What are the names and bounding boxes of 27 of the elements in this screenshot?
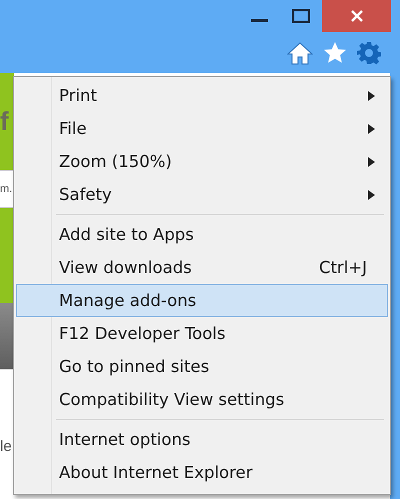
submenu-arrow-icon	[368, 124, 375, 134]
menu-item[interactable]: File	[16, 112, 388, 145]
page-text: m.	[0, 183, 12, 195]
page-panel	[0, 303, 14, 369]
maximize-icon	[292, 9, 310, 23]
submenu-arrow-icon	[368, 190, 375, 200]
menu-item[interactable]: Manage add-ons	[16, 284, 388, 317]
menu-item[interactable]: Internet options	[16, 423, 388, 456]
menu-item[interactable]: Safety	[16, 178, 388, 211]
menu-item[interactable]: Compatibility View settings	[16, 383, 388, 416]
minimize-icon	[250, 19, 268, 22]
submenu-arrow-icon	[368, 90, 375, 100]
star-icon[interactable]	[323, 41, 347, 65]
page-text: f	[0, 106, 9, 137]
submenu-arrow-icon	[368, 156, 375, 166]
menu-item[interactable]: Go to pinned sites	[16, 350, 388, 383]
menu-item[interactable]: Zoom (150%)	[16, 145, 388, 178]
menu-item[interactable]: View downloads Ctrl+J	[16, 251, 388, 284]
home-icon[interactable]	[287, 41, 313, 65]
close-icon	[350, 9, 364, 23]
menu-item[interactable]: Print	[16, 79, 388, 112]
close-button[interactable]	[322, 0, 391, 32]
page-text: le	[0, 438, 12, 455]
menu-item[interactable]: About Internet Explorer	[16, 456, 388, 489]
shortcut-text: Ctrl+J	[318, 258, 367, 277]
menu-item[interactable]: Add site to Apps	[16, 218, 388, 251]
menu-item[interactable]: F12 Developer Tools	[16, 317, 388, 350]
